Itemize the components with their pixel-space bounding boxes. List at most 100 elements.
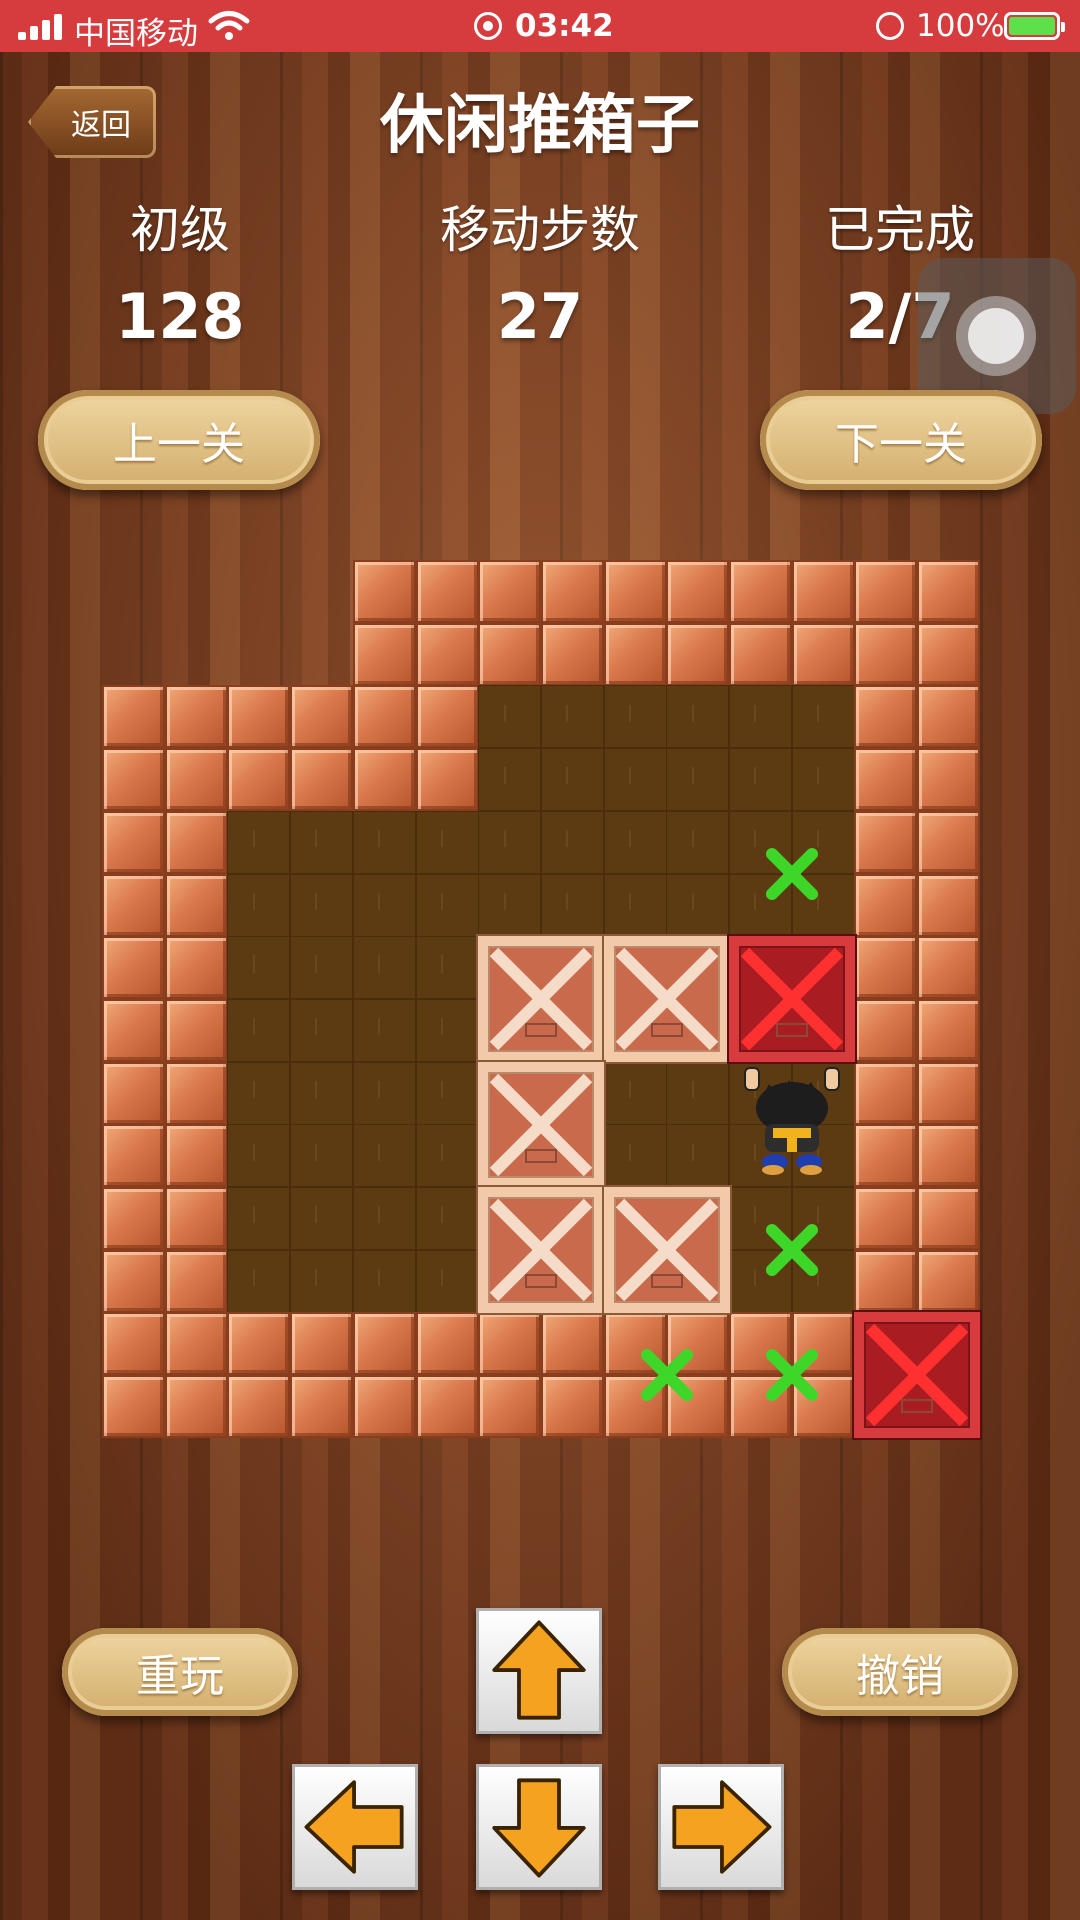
floor-tile xyxy=(791,873,855,937)
signal-icon xyxy=(18,14,64,40)
floor-tile xyxy=(415,873,479,937)
wall-tile xyxy=(290,1375,354,1439)
prev-level-button[interactable]: 上一关 xyxy=(38,390,320,490)
floor-tile xyxy=(415,1124,479,1188)
wall-tile xyxy=(478,560,542,623)
wall-tile xyxy=(102,1061,165,1125)
completed-label: 已完成 xyxy=(825,201,975,259)
wall-tile xyxy=(791,1312,855,1376)
wall-tile xyxy=(415,685,479,749)
floor-tile xyxy=(227,1061,291,1125)
wall-tile xyxy=(227,1375,291,1439)
wall-tile xyxy=(102,685,165,749)
wall-tile xyxy=(415,748,479,812)
floor-tile xyxy=(603,810,667,874)
floor-tile xyxy=(290,1124,354,1188)
wall-tile xyxy=(917,748,981,812)
floor-tile xyxy=(415,998,479,1062)
wall-tile xyxy=(227,748,291,812)
wall-tile xyxy=(164,873,228,937)
wall-tile xyxy=(791,560,855,623)
wall-tile xyxy=(290,748,354,812)
floor-tile xyxy=(478,748,542,812)
crate xyxy=(603,1187,730,1313)
wall-tile xyxy=(164,1375,228,1439)
floor-tile xyxy=(603,685,667,749)
floor-tile xyxy=(290,873,354,937)
crate xyxy=(478,936,605,1063)
arrow-up-icon xyxy=(492,1620,586,1720)
target-marker-icon xyxy=(604,1312,730,1438)
floor-tile xyxy=(352,1187,416,1250)
wall-tile xyxy=(102,1187,165,1250)
wall-tile xyxy=(102,810,165,874)
floor-tile xyxy=(603,1124,667,1188)
moves-label: 移动步数 xyxy=(440,201,640,259)
replay-label: 重玩 xyxy=(136,1651,224,1702)
floor-tile xyxy=(729,1249,792,1313)
floor-tile xyxy=(540,810,604,874)
floor-tile xyxy=(352,1249,416,1313)
wall-tile xyxy=(603,1375,667,1439)
floor-tile xyxy=(666,810,730,874)
floor-tile xyxy=(290,1061,354,1125)
wall-tile xyxy=(917,936,981,1000)
floor-tile xyxy=(352,873,416,937)
floor-tile xyxy=(352,1061,416,1125)
floor-tile xyxy=(791,1061,855,1125)
next-level-button[interactable]: 下一关 xyxy=(760,390,1042,490)
wall-tile xyxy=(917,622,981,686)
wifi-icon xyxy=(208,11,250,40)
wall-tile xyxy=(164,1061,228,1125)
move-left-button[interactable] xyxy=(292,1764,418,1890)
floor-tile xyxy=(290,1249,354,1313)
wall-tile xyxy=(666,1312,730,1376)
rotation-lock-icon xyxy=(876,12,904,40)
wall-tile xyxy=(164,685,228,749)
wall-tile xyxy=(603,560,667,623)
move-up-button[interactable] xyxy=(476,1608,602,1734)
floor-tile xyxy=(666,685,730,749)
wall-tile xyxy=(352,1312,416,1376)
floor-tile xyxy=(227,998,291,1062)
wall-tile xyxy=(917,873,981,937)
floor-tile xyxy=(227,873,291,937)
floor-tile xyxy=(540,685,604,749)
floor-tile xyxy=(352,1124,416,1188)
replay-button[interactable]: 重玩 xyxy=(62,1628,298,1716)
move-right-button[interactable] xyxy=(658,1764,784,1890)
floor-tile xyxy=(290,936,354,1000)
target-marker-icon xyxy=(729,1312,855,1438)
wall-tile xyxy=(854,1249,918,1313)
wall-tile xyxy=(917,998,981,1062)
wall-tile xyxy=(164,936,228,1000)
floor-tile xyxy=(540,748,604,812)
floor-tile xyxy=(415,1187,479,1250)
wall-tile xyxy=(352,685,416,749)
next-level-label: 下一关 xyxy=(835,419,967,470)
floor-tile xyxy=(791,810,855,874)
carrier-name: 中国移动 xyxy=(74,16,198,52)
wall-tile xyxy=(791,1375,855,1439)
wall-tile xyxy=(854,622,918,686)
wall-tile xyxy=(102,998,165,1062)
wall-tile xyxy=(164,1187,228,1250)
wall-tile xyxy=(854,873,918,937)
wall-tile xyxy=(854,748,918,812)
floor-tile xyxy=(352,810,416,874)
undo-button[interactable]: 撤销 xyxy=(782,1628,1018,1716)
wall-tile xyxy=(603,1312,667,1376)
target-marker-icon xyxy=(729,1187,855,1313)
wall-tile xyxy=(540,560,604,623)
wall-tile xyxy=(917,1249,981,1313)
wall-tile xyxy=(102,1249,165,1313)
wall-tile xyxy=(854,1124,918,1188)
wall-tile xyxy=(917,1061,981,1125)
wall-tile xyxy=(854,810,918,874)
floor-tile xyxy=(729,873,792,937)
wall-tile xyxy=(603,622,667,686)
wall-tile xyxy=(102,748,165,812)
wall-tile xyxy=(917,685,981,749)
floor-tile xyxy=(227,810,291,874)
move-down-button[interactable] xyxy=(476,1764,602,1890)
